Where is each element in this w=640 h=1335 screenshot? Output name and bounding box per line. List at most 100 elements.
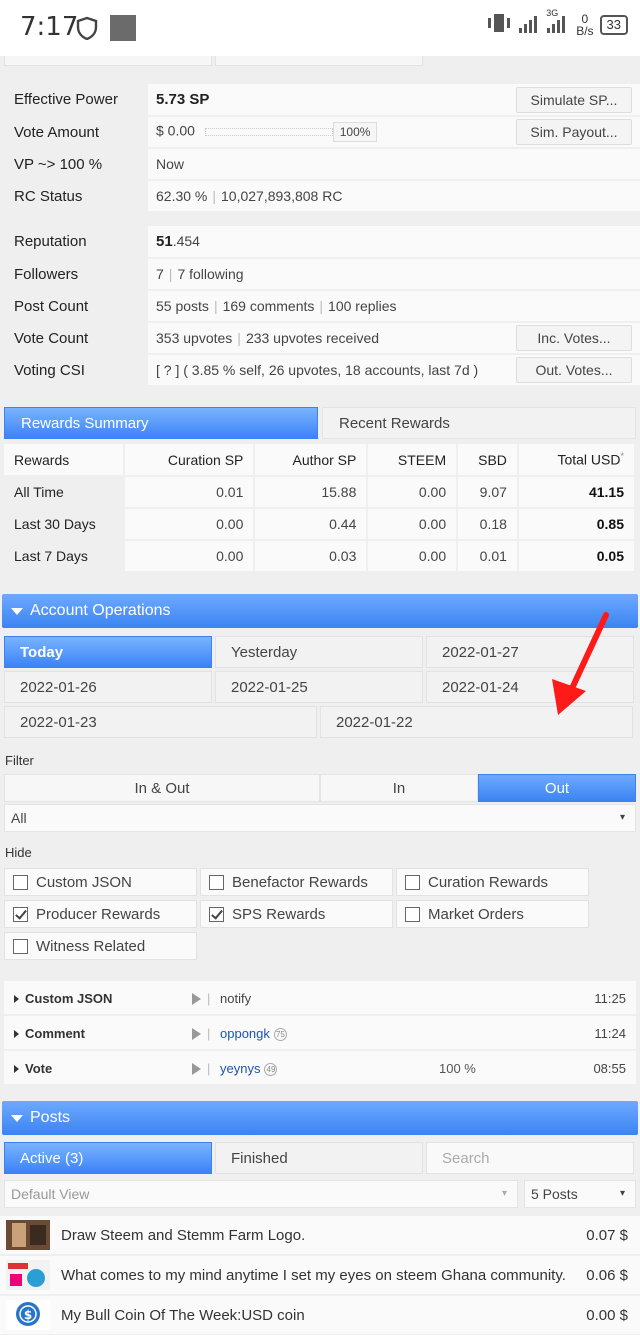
clipped-button-left[interactable] [4,56,212,66]
stat-row-reputation: Reputation 51.454 [0,226,640,259]
collapse-triangle-icon [11,1115,23,1122]
hide-producer-rewards-checkbox[interactable]: Producer Rewards [4,900,197,928]
day-today[interactable]: Today [4,636,212,668]
vote-slider[interactable] [204,128,333,136]
checkbox-checked-icon [209,906,224,922]
direction-filter: In & Out In Out [4,774,636,802]
checkbox-icon [209,874,224,890]
vote-amount-value: $ 0.00 [156,122,195,139]
hide-sps-rewards-checkbox[interactable]: SPS Rewards [200,900,393,928]
stat-row-vote-count: Vote Count 353 upvotes | 233 upvotes recei… [0,322,640,355]
post-thumbnail [6,1260,50,1290]
battery-indicator: 33 [599,15,628,35]
rewards-tabs: Rewards Summary Recent Rewards [4,407,636,439]
shield-icon [76,16,98,44]
checkbox-icon [405,906,420,922]
operations-list: Custom JSON | notify 11:25 Comment | opp… [4,981,636,1086]
account-link[interactable]: yeynys [220,1061,260,1076]
page: Effective Power 5.73 SP Simulate SP... V… [0,56,640,1335]
signal-icon [518,12,540,38]
filter-out[interactable]: Out [478,774,636,802]
stat-label: VP ~> 100 % [0,148,148,181]
stat-value: Now [148,148,640,181]
posts-tabs: Active (3) Finished Search [4,1142,636,1174]
account-link[interactable]: oppongk [220,1026,270,1041]
inc-votes-button[interactable]: Inc. Votes... [516,325,632,351]
vibrate-icon [486,12,512,38]
stat-row-post-count: Post Count 55 posts | 169 comments | 100 rep… [0,290,640,323]
tab-recent-rewards[interactable]: Recent Rewards [322,407,636,439]
tab-rewards-summary[interactable]: Rewards Summary [4,407,318,439]
stat-label: Effective Power [0,84,148,117]
status-bar: 7:17 3G 0 B/s 33 [0,0,640,56]
checkbox-icon [13,938,28,954]
table-row: Last 30 Days 0.00 0.44 0.00 0.18 0.85 [4,508,637,541]
hide-curation-rewards-checkbox[interactable]: Curation Rewards [396,868,589,896]
post-view-select[interactable]: Default View ▾ [4,1180,518,1208]
dropdown-caret-icon: ▾ [619,812,625,823]
sim-payout-button[interactable]: Sim. Payout... [516,119,632,145]
list-item[interactable]: What comes to my mind anytime I set my e… [0,1256,640,1296]
svg-text:$: $ [24,1308,32,1322]
clipped-button-right[interactable] [215,56,423,66]
dropdown-caret-icon: ▾ [619,1188,625,1199]
list-item[interactable]: Draw Steem and Stemm Farm Logo. 0.07 $ [0,1216,640,1256]
play-icon[interactable] [192,993,201,1005]
stat-value: 5.73 SP [148,84,516,117]
posts-header[interactable]: Posts [2,1101,638,1135]
day-yesterday[interactable]: Yesterday [215,636,423,668]
expand-arrow-icon [14,995,19,1003]
post-count-select[interactable]: 5 Posts ▾ [524,1180,636,1208]
usd-coin-icon: $ [6,1300,50,1330]
filter-in[interactable]: In [320,774,478,802]
filter-in-out[interactable]: In & Out [4,774,320,802]
checkbox-icon [13,874,28,890]
tab-finished-posts[interactable]: Finished [215,1142,423,1174]
hide-benefactor-rewards-checkbox[interactable]: Benefactor Rewards [200,868,393,896]
annotation-arrow-icon [552,612,609,715]
checkbox-icon [405,874,420,890]
network-speed: 0 B/s [576,12,594,38]
stat-row-effective-power: Effective Power 5.73 SP Simulate SP... [0,84,640,117]
stat-label: Vote Amount [0,116,148,149]
day-button[interactable]: 2022-01-25 [215,671,423,703]
hide-custom-json-checkbox[interactable]: Custom JSON [4,868,197,896]
collapse-triangle-icon [11,608,23,615]
vote-percent: 100 % [439,1061,476,1076]
list-item[interactable]: $ My Bull Coin Of The Week:USD coin 0.00… [0,1296,640,1335]
vote-slider-handle[interactable]: 100% [332,122,378,142]
list-item[interactable]: Comment | oppongk 75 11:24 [4,1016,636,1051]
social-stats: Reputation 51.454 Followers 7 | 7 followin… [0,226,640,387]
signal-3g-icon: 3G [546,8,570,38]
expand-arrow-icon [14,1030,19,1038]
posts-list: Draw Steem and Stemm Farm Logo. 0.07 $ W… [0,1216,640,1335]
rewards-table: Rewards Curation SP Author SP STEEM SBD … [4,444,637,573]
simulate-sp-button[interactable]: Simulate SP... [516,86,632,113]
table-row: Last 7 Days 0.00 0.03 0.00 0.01 0.05 [4,540,637,573]
checkbox-checked-icon [13,906,28,922]
operation-type-select[interactable]: All ▾ [4,804,636,832]
hide-market-orders-checkbox[interactable]: Market Orders [396,900,589,928]
stat-row-rc-status: RC Status 62.30 % | 10,027,893,808 RC [0,180,640,213]
hide-witness-related-checkbox[interactable]: Witness Related [4,932,197,960]
stat-row-vote-amount: Vote Amount $ 0.00 100% Sim. Payout... [0,116,640,149]
filter-label: Filter [5,753,34,768]
table-row: All Time 0.01 15.88 0.00 9.07 41.15 [4,476,637,509]
tab-active-posts[interactable]: Active (3) [4,1142,212,1174]
network-type: 3G [546,8,559,18]
play-icon[interactable] [192,1028,201,1040]
rewards-header: Rewards Curation SP Author SP STEEM SBD … [4,444,637,477]
expand-arrow-icon [14,1065,19,1073]
post-search-input[interactable]: Search [426,1142,634,1174]
day-button[interactable]: 2022-01-26 [4,671,212,703]
post-thumbnail [6,1220,50,1250]
out-votes-button[interactable]: Out. Votes... [516,357,632,383]
stat-row-vp: VP ~> 100 % Now [0,148,640,181]
day-button[interactable]: 2022-01-23 [4,706,317,738]
stat-row-voting-csi: Voting CSI [ ? ] ( 3.85 % self, 26 upvot… [0,354,640,387]
hide-label: Hide [5,845,32,860]
list-item[interactable]: Vote | yeynys 49 100 % 08:55 [4,1051,636,1086]
reputation-badge: 75 [273,1028,287,1041]
list-item[interactable]: Custom JSON | notify 11:25 [4,981,636,1016]
play-icon[interactable] [192,1063,201,1075]
